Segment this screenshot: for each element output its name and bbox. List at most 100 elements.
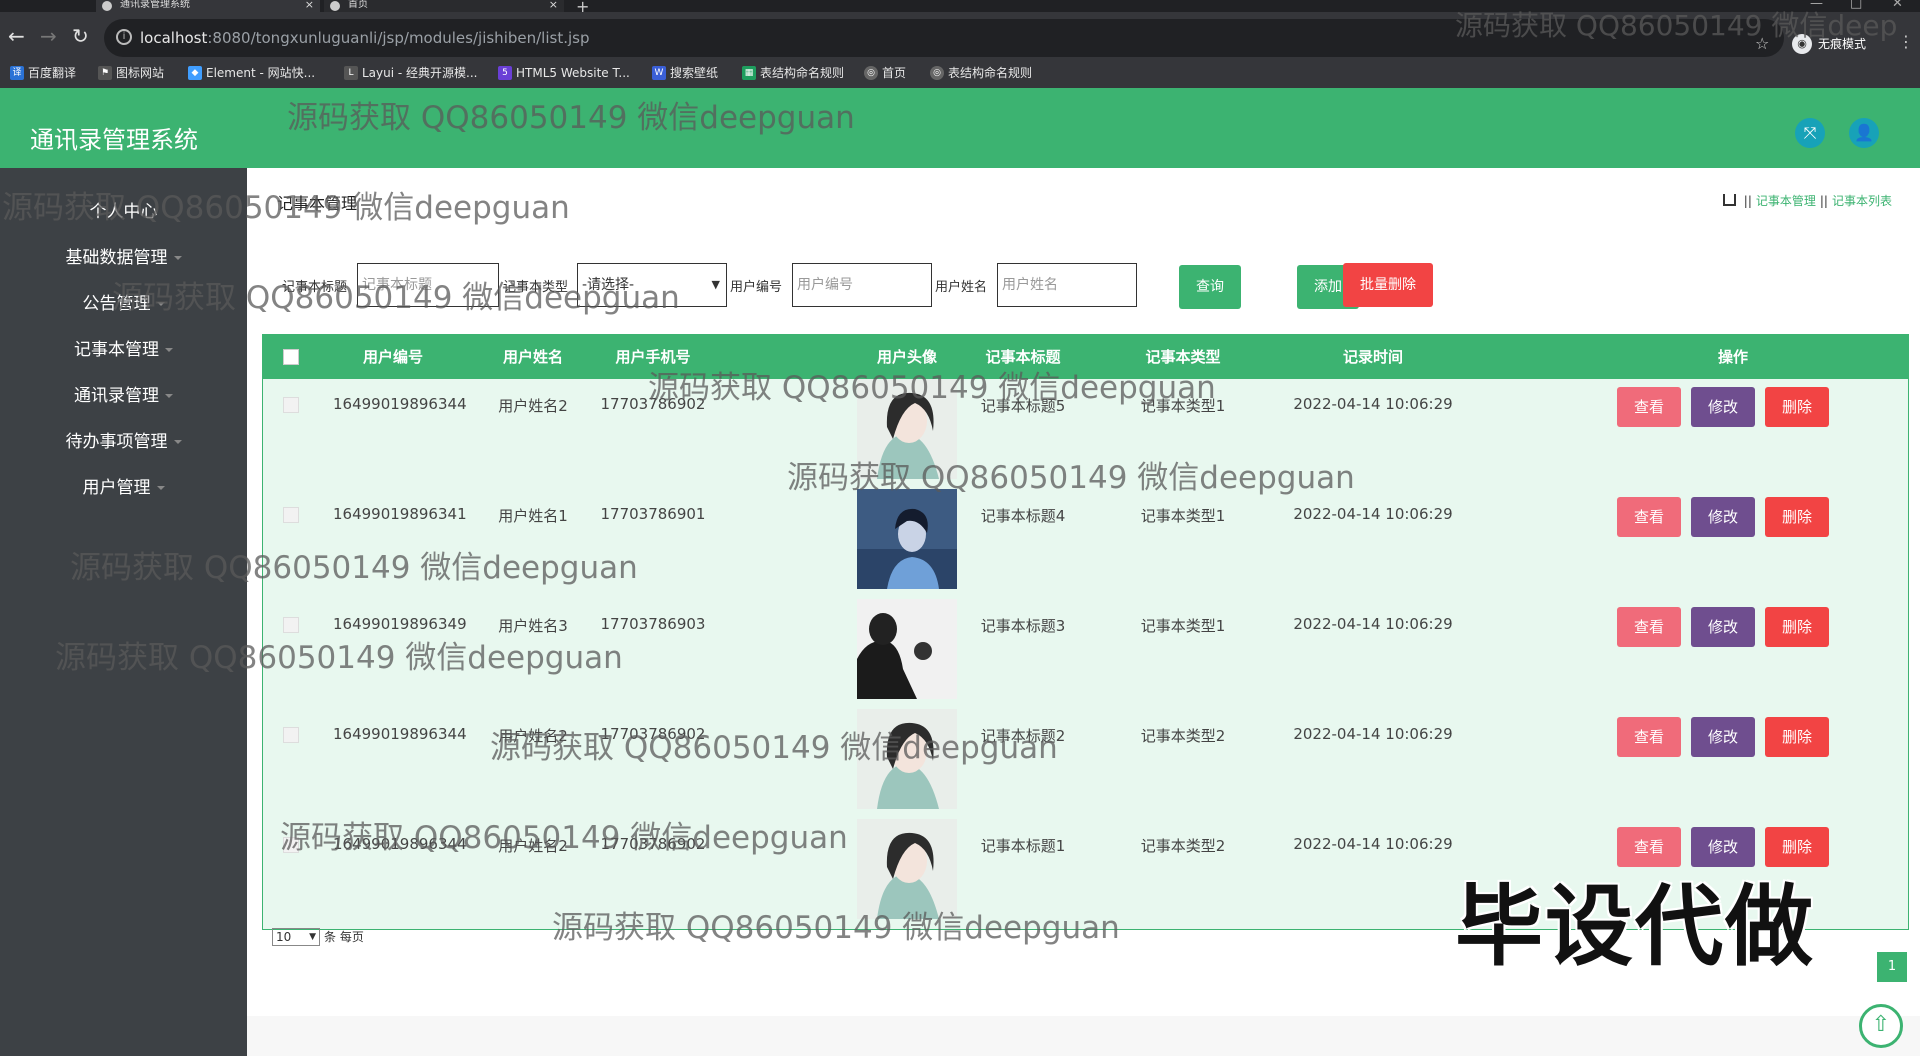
bookmark-label: 表结构命名规则 [948, 66, 1033, 80]
page-size-control: 10 ▼ 条 每页 [272, 928, 364, 946]
close-window-icon[interactable]: ✕ [1892, 0, 1903, 11]
bookmark-item[interactable]: ◆ Element - 网站快... [188, 65, 315, 81]
bookmark-label: 首页 [882, 66, 907, 80]
back-to-top-icon[interactable]: ⇧ [1859, 1004, 1903, 1048]
edit-button[interactable]: 修改 [1691, 387, 1755, 427]
sidebar-item-users[interactable]: 用户管理 [0, 476, 247, 500]
element-logo-icon: ◆ [188, 66, 202, 80]
site-info-icon[interactable]: i [116, 29, 132, 45]
view-button[interactable]: 查看 [1617, 717, 1681, 757]
sidebar-item-label: 用户管理 [82, 478, 151, 498]
fullscreen-icon[interactable]: ⤧ [1795, 118, 1825, 148]
avatar [857, 489, 957, 589]
avatar [857, 819, 957, 919]
edit-button[interactable]: 修改 [1691, 717, 1755, 757]
delete-button[interactable]: 删除 [1765, 717, 1829, 757]
tab-favicon-icon [330, 1, 340, 11]
breadcrumb: || 记事本管理 || 记事本列表 [1722, 192, 1892, 209]
sidebar-item-contacts[interactable]: 通讯录管理 [0, 384, 247, 408]
title-filter-label: 记事本标题 [282, 280, 348, 295]
sidebar-item-basic-data[interactable]: 基础数据管理 [0, 246, 247, 270]
user-name-filter-input[interactable]: 用户姓名 [997, 263, 1137, 307]
page-size-value: 10 [276, 930, 292, 944]
user-no-filter-input[interactable]: 用户编号 [792, 263, 932, 307]
chevron-down-icon [173, 440, 182, 444]
bookmark-item[interactable]: ◎ 表结构命名规则 [930, 65, 1032, 81]
row-checkbox[interactable] [283, 397, 299, 413]
bookmark-label: HTML5 Website T... [516, 66, 630, 80]
column-header: 用户姓名 [502, 348, 563, 366]
view-button[interactable]: 查看 [1617, 607, 1681, 647]
app-header: 通讯录管理系统 ⤧ 👤 [0, 88, 1920, 168]
bookmark-item[interactable]: L Layui - 经典开源模... [344, 65, 477, 81]
incognito-badge[interactable]: ◉ 无痕模式 [1792, 32, 1866, 56]
bookmark-item[interactable]: W 搜索壁纸 [652, 65, 718, 81]
title-filter-input[interactable]: 记事本标题 [357, 263, 499, 307]
avatar [857, 379, 957, 479]
bookmark-item[interactable]: 译百度翻译 [10, 65, 76, 81]
bookmark-label: Layui - 经典开源模... [362, 66, 478, 80]
row-checkbox[interactable] [283, 617, 299, 633]
cell-phone: 17703786902 [600, 725, 706, 743]
bookmark-label: 搜索壁纸 [670, 66, 719, 80]
sidebar-item-notebook[interactable]: 记事本管理 [0, 338, 247, 362]
table-row: 16499019896349 用户姓名3 17703786903 记事本标题3 记事本类… [263, 599, 1908, 709]
globe-icon: ◎ [864, 66, 878, 80]
delete-button[interactable]: 删除 [1765, 497, 1829, 537]
edit-button[interactable]: 修改 [1691, 497, 1755, 537]
url-bar[interactable]: i localhost:8080/tongxunluguanli/jsp/mod… [104, 19, 1784, 57]
row-checkbox[interactable] [283, 727, 299, 743]
edit-button[interactable]: 修改 [1691, 607, 1755, 647]
row-checkbox[interactable] [283, 507, 299, 523]
bookmark-star-icon[interactable]: ☆ [1755, 34, 1769, 53]
cell-type: 记事本类型1 [1140, 397, 1226, 415]
bookmark-item[interactable]: ⚑ 图标网站 [98, 65, 164, 81]
bookmark-label: 图标网站 [116, 66, 165, 80]
user-profile-icon[interactable]: 👤 [1849, 118, 1879, 148]
browser-tab-label: 首页 [348, 0, 368, 10]
avatar [857, 599, 957, 699]
select-all-checkbox[interactable] [283, 349, 299, 365]
avatar [857, 709, 957, 809]
cell-type: 记事本类型2 [1140, 837, 1226, 855]
sidebar-item-notice[interactable]: 公告管理 [0, 292, 247, 316]
cell-type: 记事本类型1 [1140, 507, 1226, 525]
type-filter-select[interactable]: -请选择- ▼ [577, 263, 727, 307]
view-button[interactable]: 查看 [1617, 387, 1681, 427]
browser-tab-app[interactable]: 通讯录管理系统 × [96, 0, 320, 12]
cell-title: 记事本标题2 [980, 727, 1066, 745]
bookmark-item[interactable]: ▦ 表结构命名规则 [742, 65, 844, 81]
app-title: 通讯录管理系统 [30, 126, 198, 154]
delete-button[interactable]: 删除 [1765, 607, 1829, 647]
bookmark-item[interactable]: 5 HTML5 Website T... [498, 65, 630, 81]
bookmark-label: 百度翻译 [28, 66, 77, 80]
reload-icon[interactable]: ↻ [72, 26, 89, 46]
url-path: :8080/tongxunluguanli/jsp/modules/jishib… [207, 29, 590, 47]
view-button[interactable]: 查看 [1617, 497, 1681, 537]
home-icon[interactable] [1722, 194, 1736, 206]
column-header: 操作 [1717, 348, 1748, 366]
page-size-select[interactable]: 10 ▼ [272, 928, 320, 946]
sidebar-item-profile[interactable]: 个人中心 [0, 200, 247, 224]
browser-tab-home[interactable]: 首页 × [324, 0, 564, 12]
row-checkbox[interactable] [283, 837, 299, 853]
close-tab-icon[interactable]: × [549, 0, 558, 10]
forward-icon[interactable]: → [40, 26, 57, 46]
query-button[interactable]: 查询 [1179, 265, 1241, 309]
close-tab-icon[interactable]: × [305, 0, 314, 10]
maximize-icon[interactable]: □ [1850, 0, 1862, 11]
sidebar-item-todo[interactable]: 待办事项管理 [0, 430, 247, 454]
breadcrumb-item[interactable]: 记事本列表 [1832, 194, 1892, 208]
column-header: 用户手机号 [615, 348, 691, 366]
bookmark-item[interactable]: ◎ 首页 [864, 65, 906, 81]
back-icon[interactable]: ← [8, 26, 25, 46]
cell-phone: 17703786902 [600, 395, 706, 413]
browser-menu-icon[interactable]: ⋮ [1898, 32, 1914, 51]
cell-title: 记事本标题3 [980, 617, 1066, 635]
breadcrumb-item[interactable]: 记事本管理 [1756, 194, 1816, 208]
minimize-icon[interactable]: — [1810, 0, 1823, 11]
page-number-button[interactable]: 1 [1877, 952, 1907, 982]
batch-delete-button[interactable]: 批量删除 [1343, 263, 1433, 307]
delete-button[interactable]: 删除 [1765, 387, 1829, 427]
translate-icon: 译 [10, 66, 24, 80]
